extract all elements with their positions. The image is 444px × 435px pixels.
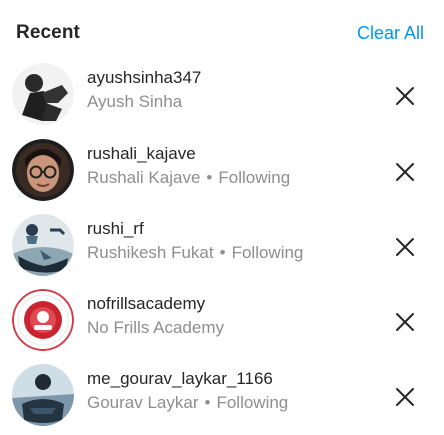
separator: • [206,168,213,187]
username: rushi_rf [87,219,144,238]
full-name: No Frills Academy [87,318,224,337]
avatar[interactable] [12,63,74,125]
recent-title: Recent [16,22,80,43]
avatar-person-glasses-icon [12,139,74,201]
recent-item[interactable]: me_gourav_laykar_1166 Gourav Laykar • Foll… [0,358,444,432]
close-icon[interactable] [394,386,416,408]
separator: • [219,243,226,262]
recent-item-texts: rushi_rf Rushikesh Fukat • Following [87,218,387,264]
close-icon[interactable] [394,311,416,333]
avatar-person-silhouette-icon [12,63,74,125]
recent-searches-screen: Recent Clear All ayushsinha347 Ayush Sin… [0,0,444,435]
avatar[interactable] [12,289,74,351]
full-name: Ayush Sinha [87,92,183,111]
avatar[interactable] [12,364,74,426]
username: ayushsinha347 [87,68,202,87]
recent-item[interactable]: ayushsinha347 Ayush Sinha [0,57,444,131]
following-status: Following [216,393,289,412]
following-status: Following [231,243,304,262]
full-name: Rushali Kajave [87,168,201,187]
subline: Rushikesh Fukat • Following [87,242,387,264]
avatar[interactable] [12,139,74,201]
username: me_gourav_laykar_1166 [87,369,273,388]
close-icon[interactable] [394,85,416,107]
recent-item[interactable]: rushali_kajave Rushali Kajave • Following [0,133,444,207]
avatar-person-outdoor-icon [12,214,74,276]
recent-item-texts: ayushsinha347 Ayush Sinha [87,67,387,113]
following-status: Following [218,168,291,187]
subline: Rushali Kajave • Following [87,167,387,189]
avatar[interactable] [12,214,74,276]
full-name: Gourav Laykar [87,393,199,412]
close-icon[interactable] [394,161,416,183]
username: nofrillsacademy [87,294,206,313]
recent-header: Recent Clear All [0,0,444,62]
recent-item-texts: me_gourav_laykar_1166 Gourav Laykar • Foll… [87,368,387,414]
full-name: Rushikesh Fukat [87,243,214,262]
recent-item[interactable]: nofrillsacademy No Frills Academy [0,283,444,357]
recent-item[interactable]: rushi_rf Rushikesh Fukat • Following [0,208,444,282]
subline: Gourav Laykar • Following [87,392,387,414]
close-icon[interactable] [394,236,416,258]
recent-item-texts: nofrillsacademy No Frills Academy [87,293,387,339]
clear-all-button[interactable]: Clear All [357,23,424,44]
avatar-brand-logo-icon [12,289,74,351]
recent-item-texts: rushali_kajave Rushali Kajave • Following [87,143,387,189]
separator: • [204,393,211,412]
avatar-person-dark-icon [12,364,74,426]
username: rushali_kajave [87,144,196,163]
